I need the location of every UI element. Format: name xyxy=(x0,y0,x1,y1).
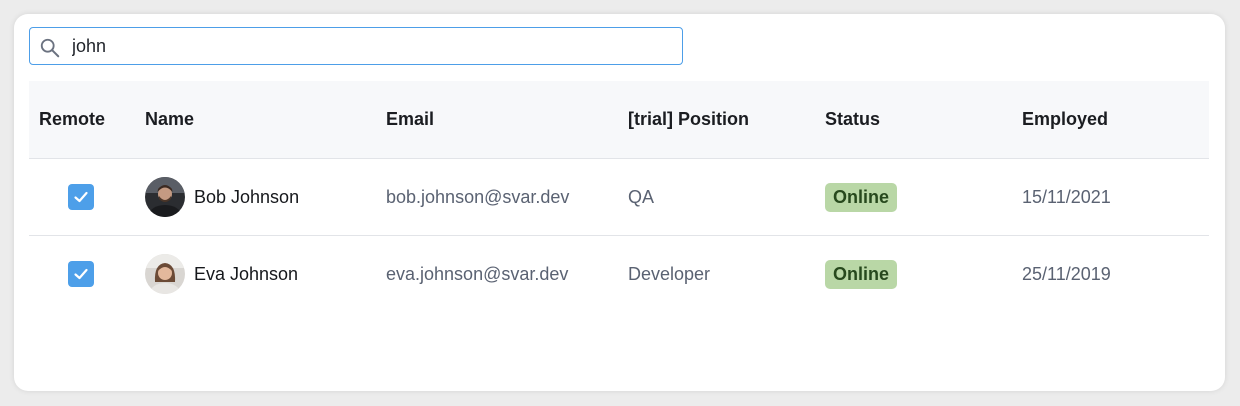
person-photo-icon xyxy=(145,177,185,217)
status-cell: Online xyxy=(825,159,1015,235)
column-header-email-label: Email xyxy=(386,109,435,129)
column-header-position-label: [trial] Position xyxy=(628,109,749,129)
remote-cell xyxy=(68,236,128,312)
name-cell: Eva Johnson xyxy=(145,236,375,312)
position-cell: QA xyxy=(628,186,655,207)
employed-cell: 15/11/2021 xyxy=(1022,186,1111,207)
column-header-remote-label: Remote xyxy=(39,109,106,129)
checkmark-icon xyxy=(74,268,88,280)
column-header-remote[interactable]: Remote xyxy=(39,81,139,158)
column-header-email[interactable]: Email xyxy=(386,81,616,158)
name-text: Bob Johnson xyxy=(194,186,300,207)
employed-cell: 25/11/2019 xyxy=(1022,263,1111,284)
name-text: Eva Johnson xyxy=(194,263,299,284)
search-icon xyxy=(40,38,60,58)
status-cell: Online xyxy=(825,236,1015,312)
remote-checkbox[interactable] xyxy=(68,261,94,287)
column-header-status[interactable]: Status xyxy=(825,81,1015,158)
checkmark-icon xyxy=(74,191,88,203)
search-box[interactable] xyxy=(29,27,683,65)
avatar xyxy=(145,177,185,217)
table-row[interactable]: Eva Johnson eva.johnson@svar.dev Develop… xyxy=(29,236,1209,312)
column-header-position[interactable]: [trial] Position xyxy=(628,81,818,158)
grid-header-row: Remote Name Email [trial] Position Statu… xyxy=(29,81,1209,159)
column-header-employed-label: Employed xyxy=(1022,109,1109,129)
data-grid: Remote Name Email [trial] Position Statu… xyxy=(29,81,1209,312)
column-header-employed[interactable]: Employed xyxy=(1022,81,1202,158)
remote-checkbox[interactable] xyxy=(68,184,94,210)
column-header-status-label: Status xyxy=(825,109,881,129)
avatar xyxy=(145,254,185,294)
remote-cell xyxy=(68,159,128,235)
data-grid-card: Remote Name Email [trial] Position Statu… xyxy=(14,14,1225,391)
person-photo-icon xyxy=(145,254,185,294)
table-row[interactable]: Bob Johnson bob.johnson@svar.dev QA Onli… xyxy=(29,159,1209,236)
column-header-name[interactable]: Name xyxy=(145,81,375,158)
column-header-name-label: Name xyxy=(145,109,195,129)
status-badge: Online xyxy=(825,259,898,289)
email-cell: bob.johnson@svar.dev xyxy=(386,186,570,207)
position-cell: Developer xyxy=(628,263,711,284)
search-input[interactable] xyxy=(72,32,672,60)
name-cell: Bob Johnson xyxy=(145,159,375,235)
status-badge: Online xyxy=(825,182,898,212)
email-cell: eva.johnson@svar.dev xyxy=(386,263,569,284)
